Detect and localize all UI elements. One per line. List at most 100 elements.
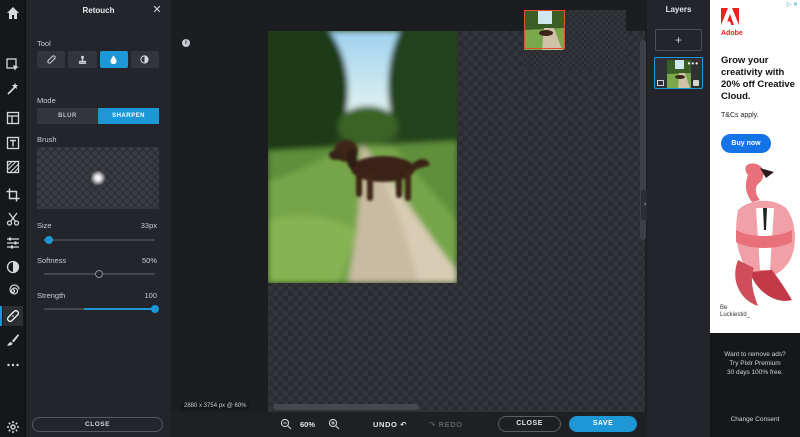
softness-value: 50% xyxy=(141,256,157,265)
size-slider-handle[interactable] xyxy=(45,236,53,244)
zoom-in-icon[interactable] xyxy=(328,418,340,430)
close-icon[interactable]: ✕ xyxy=(151,4,163,16)
close-button[interactable]: CLOSE xyxy=(498,416,561,432)
ad-brand: Adobe xyxy=(721,30,743,37)
pixlr-editor: Retouch ✕ Tool Mode BLUR SHARPEN Brush S… xyxy=(0,0,800,437)
filter-tool-button[interactable] xyxy=(3,257,23,277)
heal-tool-button[interactable] xyxy=(37,51,66,68)
sliders-icon xyxy=(7,237,19,249)
save-button[interactable]: SAVE xyxy=(569,416,637,432)
size-label: Size xyxy=(37,221,52,230)
softness-slider[interactable] xyxy=(44,270,155,278)
ad-buy-button[interactable]: Buy now xyxy=(721,134,771,153)
brush-preview xyxy=(37,147,159,209)
navigator-minimap[interactable] xyxy=(524,10,626,71)
remove-ads-line1: Want to remove ads? xyxy=(724,351,786,358)
layout-icon xyxy=(6,111,20,125)
strength-slider[interactable] xyxy=(44,305,159,313)
softness-slider-handle[interactable] xyxy=(95,270,103,278)
lock-icon[interactable] xyxy=(693,80,699,86)
home-icon xyxy=(7,7,19,19)
retouch-tool-button[interactable] xyxy=(0,306,23,326)
softness-label: Softness xyxy=(37,256,67,265)
ad-credit-line2: Luckiestid_ xyxy=(720,312,751,318)
blur-mode-button[interactable]: BLUR xyxy=(37,108,98,124)
undo-button[interactable]: UNDO ↶ xyxy=(373,420,407,429)
home-button[interactable] xyxy=(3,3,23,23)
brush-icon xyxy=(7,334,19,346)
layer-item[interactable]: ••• xyxy=(654,57,703,89)
ad-choices-icon[interactable]: ▷ ✕ xyxy=(787,1,798,8)
scissors-icon xyxy=(6,212,20,226)
adjust-tool-button[interactable] xyxy=(3,233,23,253)
texture-tool-button[interactable] xyxy=(3,157,23,177)
layers-panel: Layers + ••• xyxy=(647,0,710,437)
layers-title: Layers xyxy=(665,5,692,14)
brush-label: Brush xyxy=(37,135,57,144)
ad-credit: Be Luckiestid_ xyxy=(720,305,750,319)
image-dimensions: 2880 x 3754 px @ 60% xyxy=(181,402,250,410)
blur-sharpen-tool-button[interactable] xyxy=(99,51,128,68)
undo-label: UNDO xyxy=(373,420,398,429)
flamingo-illustration xyxy=(735,163,795,306)
size-value: 33px xyxy=(140,221,157,230)
strength-slider-fill xyxy=(84,308,155,310)
left-toolbar xyxy=(0,0,26,437)
retouch-tool-selector xyxy=(37,51,159,68)
mode-label: Mode xyxy=(37,96,56,105)
text-tool-button[interactable] xyxy=(3,133,23,153)
arrange-tool-button[interactable] xyxy=(3,55,23,75)
ad-sidebar: ▷ ✕ Adobe Grow your creativity with 20% … xyxy=(710,0,800,437)
distort-tool-button[interactable] xyxy=(3,281,23,301)
zoom-level[interactable]: 60% xyxy=(300,420,315,429)
adobe-logo-icon xyxy=(721,8,739,25)
quick-edit-tool-button[interactable] xyxy=(3,79,23,99)
bandage-icon xyxy=(46,55,56,64)
settings-button[interactable] xyxy=(3,417,23,437)
crop-icon xyxy=(6,188,20,202)
bottom-bar: 60% UNDO ↶ ↷ REDO CLOSE SAVE xyxy=(171,412,647,437)
crop-tool-button[interactable] xyxy=(3,185,23,205)
strength-label: Strength xyxy=(37,291,66,300)
size-slider[interactable] xyxy=(44,236,155,244)
drop-icon xyxy=(110,55,117,64)
adobe-ad[interactable]: ▷ ✕ Adobe Grow your creativity with 20% … xyxy=(710,0,800,333)
zoom-out-icon[interactable] xyxy=(280,418,292,430)
panel-title: Retouch xyxy=(82,6,115,15)
draw-tool-button[interactable] xyxy=(3,330,23,350)
image-layer-icon xyxy=(657,80,664,86)
text-icon xyxy=(6,136,20,150)
change-consent-link[interactable]: Change Consent xyxy=(710,416,800,423)
tool-label: Tool xyxy=(37,39,51,48)
brush-dot xyxy=(90,170,106,186)
strength-slider-handle[interactable] xyxy=(151,305,159,313)
retouch-panel: Retouch ✕ Tool Mode BLUR SHARPEN Brush S… xyxy=(26,0,171,437)
info-icon[interactable]: i xyxy=(182,39,190,47)
remove-ads-link[interactable]: Want to remove ads? Try Pixlr Premium 30… xyxy=(710,350,800,377)
remove-ads-line3: 30 days 100% free. xyxy=(726,369,783,376)
bandage-icon xyxy=(7,310,19,322)
texture-icon xyxy=(6,160,20,174)
arrange-icon xyxy=(6,58,19,71)
layer-menu-button[interactable]: ••• xyxy=(688,59,699,68)
stamp-icon xyxy=(78,55,86,64)
add-layer-button[interactable]: + xyxy=(655,29,702,51)
spiral-icon xyxy=(9,284,20,295)
dog-photo xyxy=(268,31,457,283)
redo-button[interactable]: ↷ REDO xyxy=(429,420,463,429)
horizontal-scrollbar[interactable] xyxy=(273,404,419,410)
layout-tool-button[interactable] xyxy=(3,108,23,128)
dodge-burn-tool-button[interactable] xyxy=(130,51,159,68)
ad-credit-line1: Be xyxy=(720,305,728,311)
gear-icon xyxy=(7,421,19,433)
redo-label: REDO xyxy=(438,420,463,429)
navigator-viewport[interactable] xyxy=(524,10,565,49)
more-tools-button[interactable] xyxy=(3,355,23,375)
canvas-image[interactable] xyxy=(268,31,457,283)
strength-value: 100 xyxy=(144,291,157,300)
panel-close-button[interactable]: CLOSE xyxy=(32,417,163,432)
canvas-workspace[interactable]: i xyxy=(171,0,647,412)
sharpen-mode-button[interactable]: SHARPEN xyxy=(98,108,159,124)
cutout-tool-button[interactable] xyxy=(3,209,23,229)
clone-tool-button[interactable] xyxy=(68,51,97,68)
